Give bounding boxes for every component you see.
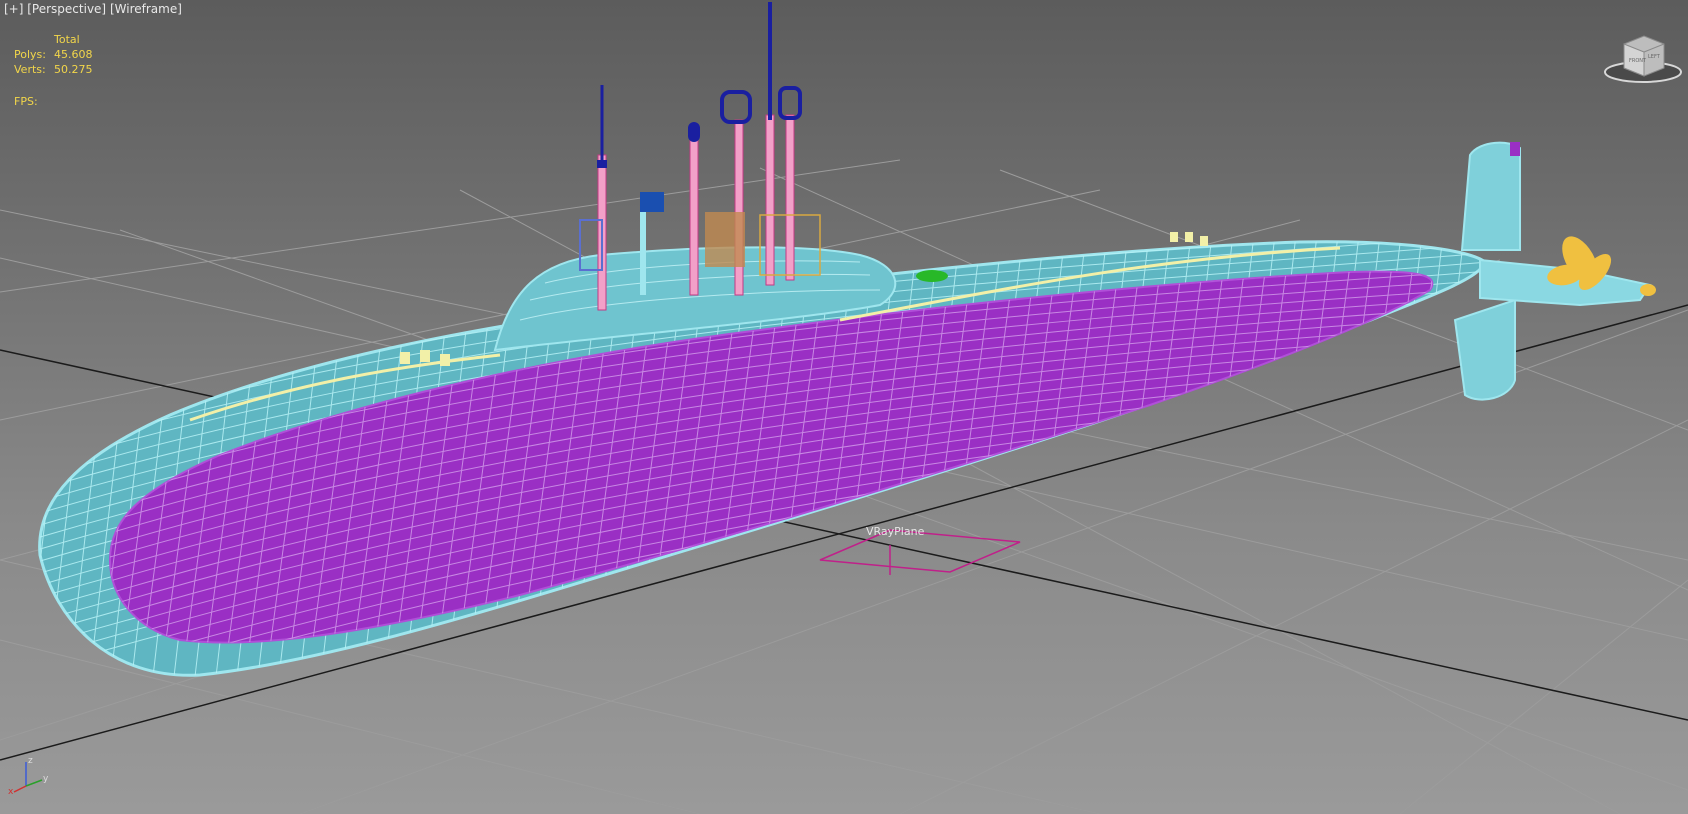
viewport-view-menu[interactable]: [Perspective] (27, 2, 106, 16)
axis-y-label: y (43, 774, 49, 784)
axis-tripod-icon: z y x (8, 756, 49, 797)
polys-value: 45.608 (54, 48, 93, 61)
verts-label: Verts: (14, 63, 46, 76)
fps-label: FPS: (14, 95, 38, 108)
perspective-viewport[interactable]: [+] [Perspective] [Wireframe] Total Poly… (0, 0, 1688, 814)
stats-header: Total (54, 33, 80, 46)
viewcube-front: FRONT (1629, 58, 1647, 64)
viewport-shading-menu[interactable]: [Wireframe] (110, 2, 182, 16)
viewport-menu-plus[interactable]: [+] (4, 2, 23, 16)
verts-value: 50.275 (54, 63, 93, 76)
viewcube-icon[interactable]: FRONT LEFT (1602, 34, 1684, 86)
stats-overlay: Total Polys: 45.608 Verts: 50.275 FPS: (14, 32, 93, 109)
vray-plane-label[interactable]: VRayPlane (866, 525, 924, 538)
wireframe-scene[interactable] (0, 0, 1688, 814)
axis-z-label: z (28, 756, 33, 766)
viewcube-left: LEFT (1648, 54, 1661, 60)
axis-x-label: x (8, 787, 14, 797)
polys-label: Polys: (14, 48, 46, 61)
viewport-label[interactable]: [+] [Perspective] [Wireframe] (4, 2, 182, 16)
